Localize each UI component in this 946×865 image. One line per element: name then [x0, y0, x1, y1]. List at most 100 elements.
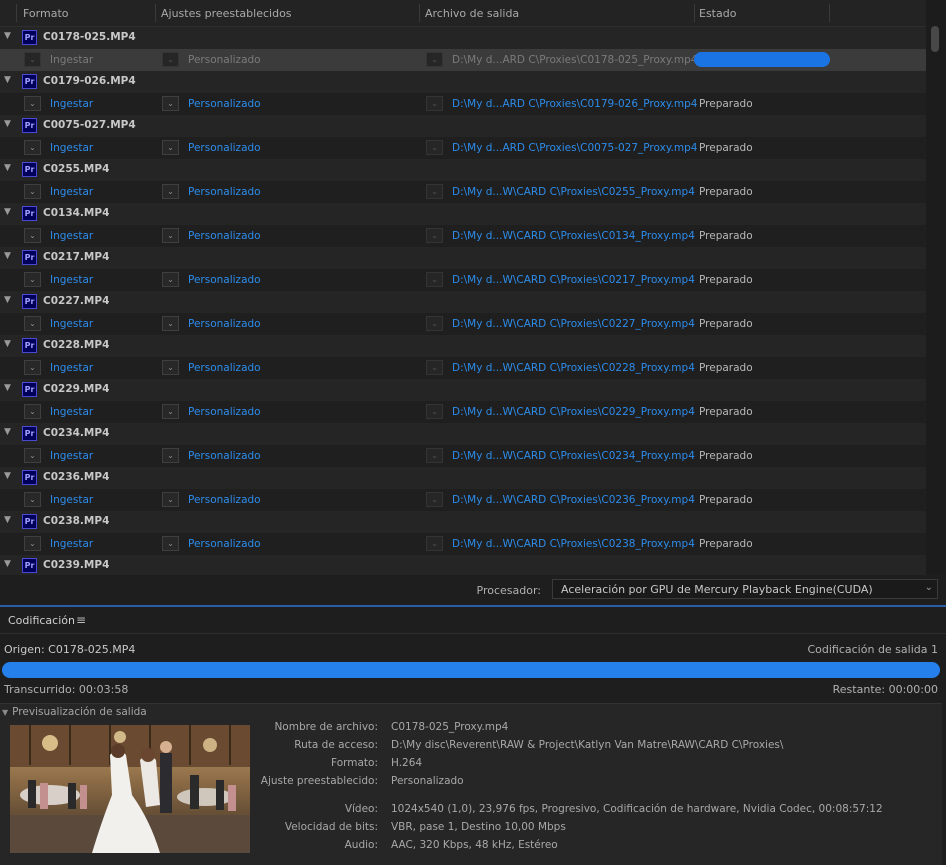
format-link[interactable]: Ingestar [50, 54, 93, 66]
preset-dropdown[interactable]: ⌄ [162, 184, 179, 199]
queue-scrollbar[interactable] [926, 0, 946, 575]
format-dropdown[interactable]: ⌄ [24, 316, 41, 331]
preset-link[interactable]: Personalizado [188, 318, 261, 330]
output-path-link[interactable]: D:\My d...ARD C\Proxies\C0075-027_Proxy.… [452, 142, 697, 154]
queue-source-row[interactable]: ▼ Pr C0239.MP4 [0, 555, 926, 575]
hamburger-menu-icon[interactable]: ≡ [76, 613, 86, 627]
column-format[interactable]: Formato [23, 7, 69, 20]
output-dropdown[interactable]: ⌄ [426, 228, 443, 243]
queue-source-row[interactable]: ▼ Pr C0238.MP4 [0, 511, 926, 534]
queue-output-row[interactable]: ⌄ Ingestar ⌄ Personalizado ⌄ D:\My d...W\CARD… [0, 313, 926, 336]
format-link[interactable]: Ingestar [50, 230, 93, 242]
output-path-link[interactable]: D:\My d...W\CARD C\Proxies\C0234_Proxy.m… [452, 450, 695, 462]
queue-source-row[interactable]: ▼ Pr C0178-025.MP4 [0, 27, 926, 50]
chevron-down-icon[interactable]: ▼ [4, 295, 14, 307]
column-separator[interactable] [419, 4, 420, 22]
format-dropdown[interactable]: ⌄ [24, 272, 41, 287]
format-dropdown[interactable]: ⌄ [24, 536, 41, 551]
output-dropdown[interactable]: ⌄ [426, 52, 443, 67]
chevron-down-icon[interactable]: ▼ [4, 119, 14, 131]
chevron-down-icon[interactable]: ▼ [4, 383, 14, 395]
output-dropdown[interactable]: ⌄ [426, 184, 443, 199]
format-dropdown[interactable]: ⌄ [24, 492, 41, 507]
preset-dropdown[interactable]: ⌄ [162, 52, 179, 67]
chevron-down-icon[interactable]: ▼ [4, 559, 14, 571]
format-dropdown[interactable]: ⌄ [24, 52, 41, 67]
preset-dropdown[interactable]: ⌄ [162, 448, 179, 463]
queue-output-row[interactable]: ⌄ Ingestar ⌄ Personalizado ⌄ D:\My d...W\CARD… [0, 357, 926, 380]
queue-output-row[interactable]: ⌄ Ingestar ⌄ Personalizado ⌄ D:\My d...W\CARD… [0, 225, 926, 248]
output-path-link[interactable]: D:\My d...ARD C\Proxies\C0178-025_Proxy.… [452, 54, 697, 66]
preset-dropdown[interactable]: ⌄ [162, 228, 179, 243]
format-link[interactable]: Ingestar [50, 450, 93, 462]
preset-dropdown[interactable]: ⌄ [162, 536, 179, 551]
queue-source-row[interactable]: ▼ Pr C0234.MP4 [0, 423, 926, 446]
column-separator[interactable] [155, 4, 156, 22]
output-dropdown[interactable]: ⌄ [426, 316, 443, 331]
output-dropdown[interactable]: ⌄ [426, 404, 443, 419]
queue-source-row[interactable]: ▼ Pr C0217.MP4 [0, 247, 926, 270]
queue-source-row[interactable]: ▼ Pr C0229.MP4 [0, 379, 926, 402]
queue-source-row[interactable]: ▼ Pr C0236.MP4 [0, 467, 926, 490]
format-link[interactable]: Ingestar [50, 142, 93, 154]
queue-source-row[interactable]: ▼ Pr C0228.MP4 [0, 335, 926, 358]
queue-source-row[interactable]: ▼ Pr C0255.MP4 [0, 159, 926, 182]
output-path-link[interactable]: D:\My d...W\CARD C\Proxies\C0134_Proxy.m… [452, 230, 695, 242]
preset-link[interactable]: Personalizado [188, 450, 261, 462]
chevron-down-icon[interactable]: ▼ [4, 207, 14, 219]
preset-link[interactable]: Personalizado [188, 538, 261, 550]
preset-link[interactable]: Personalizado [188, 494, 261, 506]
format-dropdown[interactable]: ⌄ [24, 404, 41, 419]
preset-link[interactable]: Personalizado [188, 142, 261, 154]
chevron-down-icon[interactable]: ▼ [4, 515, 14, 527]
output-dropdown[interactable]: ⌄ [426, 360, 443, 375]
queue-output-row[interactable]: ⌄ Ingestar ⌄ Personalizado ⌄ D:\My d...W\CARD… [0, 533, 926, 556]
column-output[interactable]: Archivo de salida [425, 7, 519, 20]
preset-dropdown[interactable]: ⌄ [162, 140, 179, 155]
preset-dropdown[interactable]: ⌄ [162, 360, 179, 375]
format-dropdown[interactable]: ⌄ [24, 96, 41, 111]
queue-output-row[interactable]: ⌄ Ingestar ⌄ Personalizado ⌄ D:\My d...ARD C\… [0, 49, 926, 72]
output-path-link[interactable]: D:\My d...W\CARD C\Proxies\C0228_Proxy.m… [452, 362, 695, 374]
format-link[interactable]: Ingestar [50, 406, 93, 418]
chevron-down-icon[interactable]: ▼ [4, 31, 14, 43]
format-link[interactable]: Ingestar [50, 98, 93, 110]
format-link[interactable]: Ingestar [50, 274, 93, 286]
output-preview-header[interactable]: ▼ Previsualización de salida [2, 706, 147, 718]
output-path-link[interactable]: D:\My d...W\CARD C\Proxies\C0255_Proxy.m… [452, 186, 695, 198]
preset-dropdown[interactable]: ⌄ [162, 272, 179, 287]
output-path-link[interactable]: D:\My d...W\CARD C\Proxies\C0229_Proxy.m… [452, 406, 695, 418]
format-dropdown[interactable]: ⌄ [24, 184, 41, 199]
preset-dropdown[interactable]: ⌄ [162, 492, 179, 507]
chevron-down-icon[interactable]: ▼ [4, 339, 14, 351]
format-link[interactable]: Ingestar [50, 362, 93, 374]
format-link[interactable]: Ingestar [50, 318, 93, 330]
queue-output-row[interactable]: ⌄ Ingestar ⌄ Personalizado ⌄ D:\My d...W\CARD… [0, 269, 926, 292]
preset-link[interactable]: Personalizado [188, 230, 261, 242]
output-path-link[interactable]: D:\My d...W\CARD C\Proxies\C0236_Proxy.m… [452, 494, 695, 506]
chevron-down-icon[interactable]: ▼ [4, 163, 14, 175]
format-link[interactable]: Ingestar [50, 494, 93, 506]
queue-scrollbar-thumb[interactable] [931, 26, 939, 52]
column-separator[interactable] [694, 4, 695, 22]
chevron-down-icon[interactable]: ▼ [4, 471, 14, 483]
preset-link[interactable]: Personalizado [188, 54, 261, 66]
output-dropdown[interactable]: ⌄ [426, 272, 443, 287]
output-dropdown[interactable]: ⌄ [426, 536, 443, 551]
queue-output-row[interactable]: ⌄ Ingestar ⌄ Personalizado ⌄ D:\My d...W\CARD… [0, 401, 926, 424]
output-path-link[interactable]: D:\My d...W\CARD C\Proxies\C0227_Proxy.m… [452, 318, 695, 330]
output-path-link[interactable]: D:\My d...W\CARD C\Proxies\C0238_Proxy.m… [452, 538, 695, 550]
output-dropdown[interactable]: ⌄ [426, 448, 443, 463]
queue-output-row[interactable]: ⌄ Ingestar ⌄ Personalizado ⌄ D:\My d...ARD C\… [0, 137, 926, 160]
preset-link[interactable]: Personalizado [188, 186, 261, 198]
chevron-down-icon[interactable]: ▼ [4, 75, 14, 87]
format-dropdown[interactable]: ⌄ [24, 228, 41, 243]
queue-output-row[interactable]: ⌄ Ingestar ⌄ Personalizado ⌄ D:\My d...ARD C\… [0, 93, 926, 116]
output-path-link[interactable]: D:\My d...W\CARD C\Proxies\C0217_Proxy.m… [452, 274, 695, 286]
queue-output-row[interactable]: ⌄ Ingestar ⌄ Personalizado ⌄ D:\My d...W\CARD… [0, 489, 926, 512]
output-path-link[interactable]: D:\My d...ARD C\Proxies\C0179-026_Proxy.… [452, 98, 697, 110]
preset-link[interactable]: Personalizado [188, 406, 261, 418]
preset-dropdown[interactable]: ⌄ [162, 96, 179, 111]
format-dropdown[interactable]: ⌄ [24, 360, 41, 375]
queue-source-row[interactable]: ▼ Pr C0075-027.MP4 [0, 115, 926, 138]
